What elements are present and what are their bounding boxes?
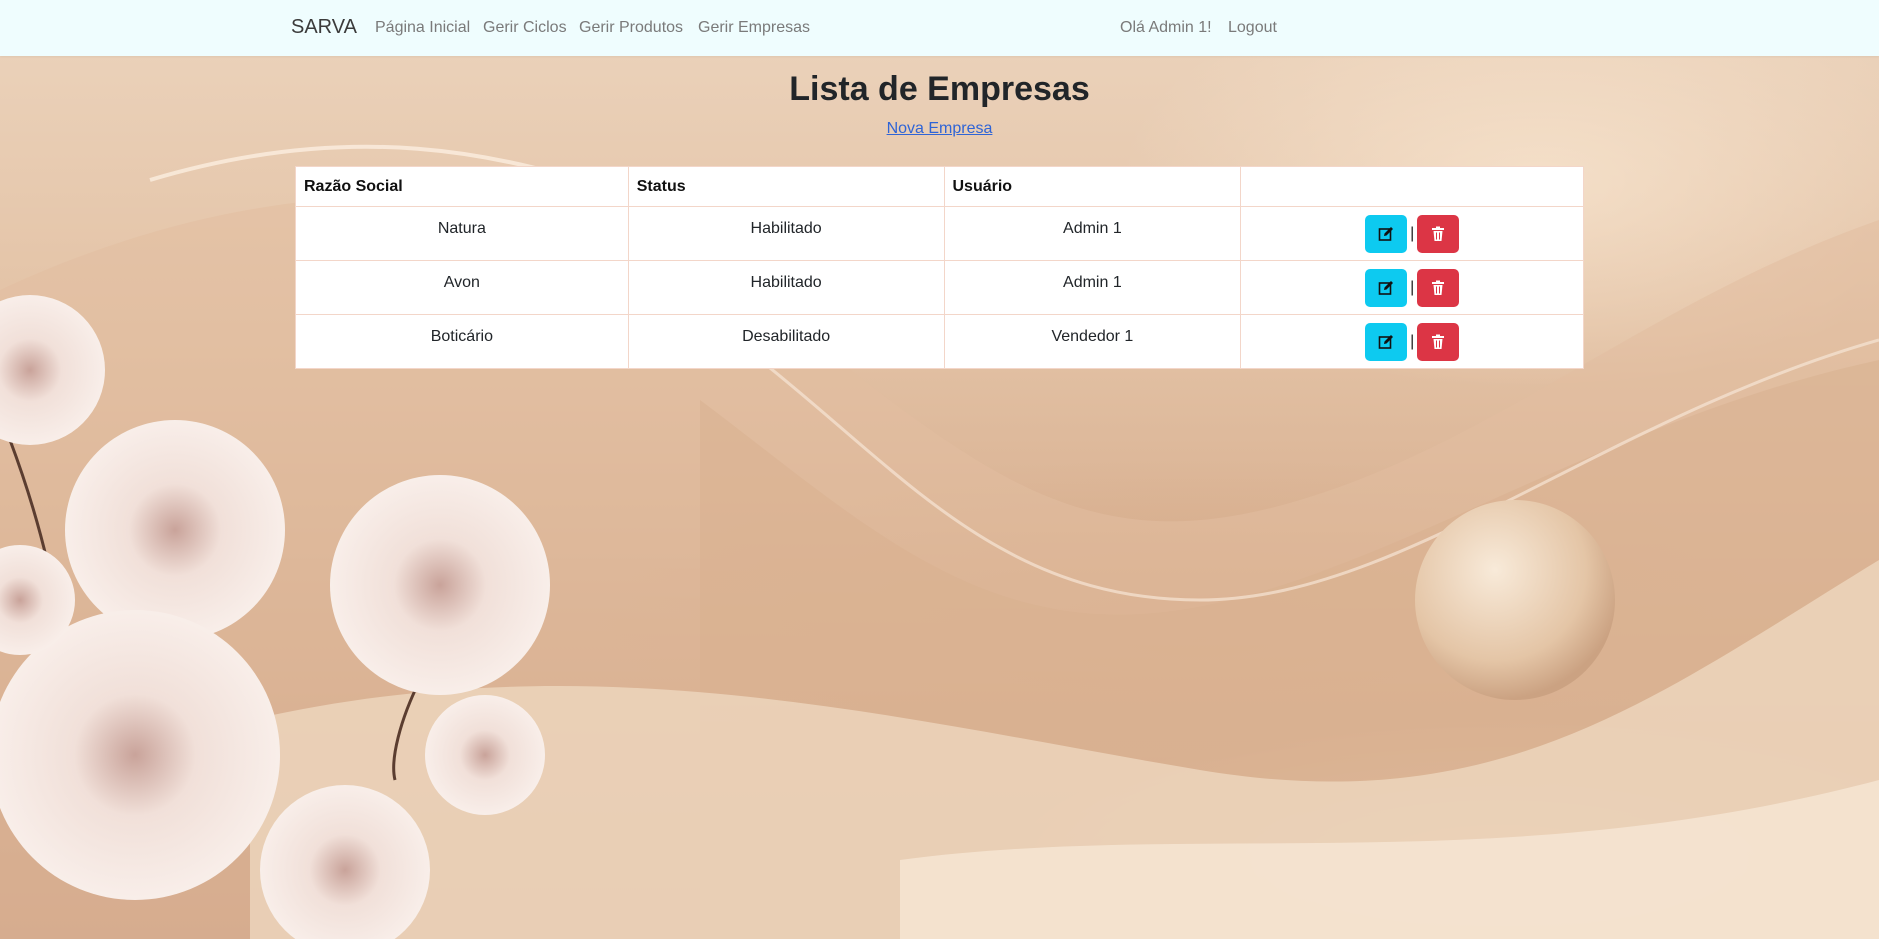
table-row: Boticário Desabilitado Vendedor 1 | (295, 314, 1584, 369)
cell-usuario: Admin 1 (943, 260, 1242, 315)
column-header-status: Status (627, 166, 945, 207)
cell-usuario: Admin 1 (943, 206, 1242, 261)
nav-link-products[interactable]: Gerir Produtos (579, 19, 683, 37)
cell-status: Habilitado (627, 206, 945, 261)
cell-usuario: Vendedor 1 (943, 314, 1242, 369)
column-header-actions (1240, 166, 1584, 207)
column-header-usuario: Usuário (943, 166, 1242, 207)
nav-link-cycles[interactable]: Gerir Ciclos (483, 19, 567, 37)
cell-actions: | (1240, 260, 1584, 315)
action-separator: | (1410, 333, 1415, 350)
cell-razao-social: Avon (295, 260, 629, 315)
table-header-row: Razão Social Status Usuário (295, 166, 1584, 207)
cell-status: Desabilitado (627, 314, 945, 369)
top-navbar: SARVA Página Inicial Gerir Ciclos Gerir … (0, 0, 1879, 56)
delete-button[interactable] (1417, 269, 1460, 307)
table-row: Avon Habilitado Admin 1 | (295, 260, 1584, 315)
pencil-square-icon (1378, 335, 1394, 349)
new-company-container: Nova Empresa (0, 120, 1879, 138)
companies-table: Razão Social Status Usuário Natura Habil… (295, 166, 1584, 369)
background-image (0, 144, 1879, 939)
action-separator: | (1410, 225, 1415, 242)
edit-button[interactable] (1365, 215, 1408, 253)
edit-button[interactable] (1365, 323, 1408, 361)
nav-link-home[interactable]: Página Inicial (375, 19, 470, 37)
trash-icon (1432, 334, 1445, 349)
pencil-square-icon (1378, 227, 1394, 241)
cell-actions: | (1240, 314, 1584, 369)
user-greeting: Olá Admin 1! (1120, 19, 1212, 36)
cell-razao-social: Boticário (295, 314, 629, 369)
logout-link[interactable]: Logout (1228, 19, 1277, 37)
trash-icon (1432, 226, 1445, 241)
cell-razao-social: Natura (295, 206, 629, 261)
nav-link-companies[interactable]: Gerir Empresas (698, 19, 810, 37)
brand-logo[interactable]: SARVA (291, 16, 357, 39)
table-row: Natura Habilitado Admin 1 | (295, 206, 1584, 261)
cell-actions: | (1240, 206, 1584, 261)
new-company-link[interactable]: Nova Empresa (887, 120, 993, 137)
cell-status: Habilitado (627, 260, 945, 315)
action-separator: | (1410, 279, 1415, 296)
delete-button[interactable] (1417, 323, 1460, 361)
page-title: Lista de Empresas (789, 70, 1090, 108)
pencil-square-icon (1378, 281, 1394, 295)
trash-icon (1432, 280, 1445, 295)
delete-button[interactable] (1417, 215, 1460, 253)
edit-button[interactable] (1365, 269, 1408, 307)
column-header-razao-social: Razão Social (295, 166, 629, 207)
